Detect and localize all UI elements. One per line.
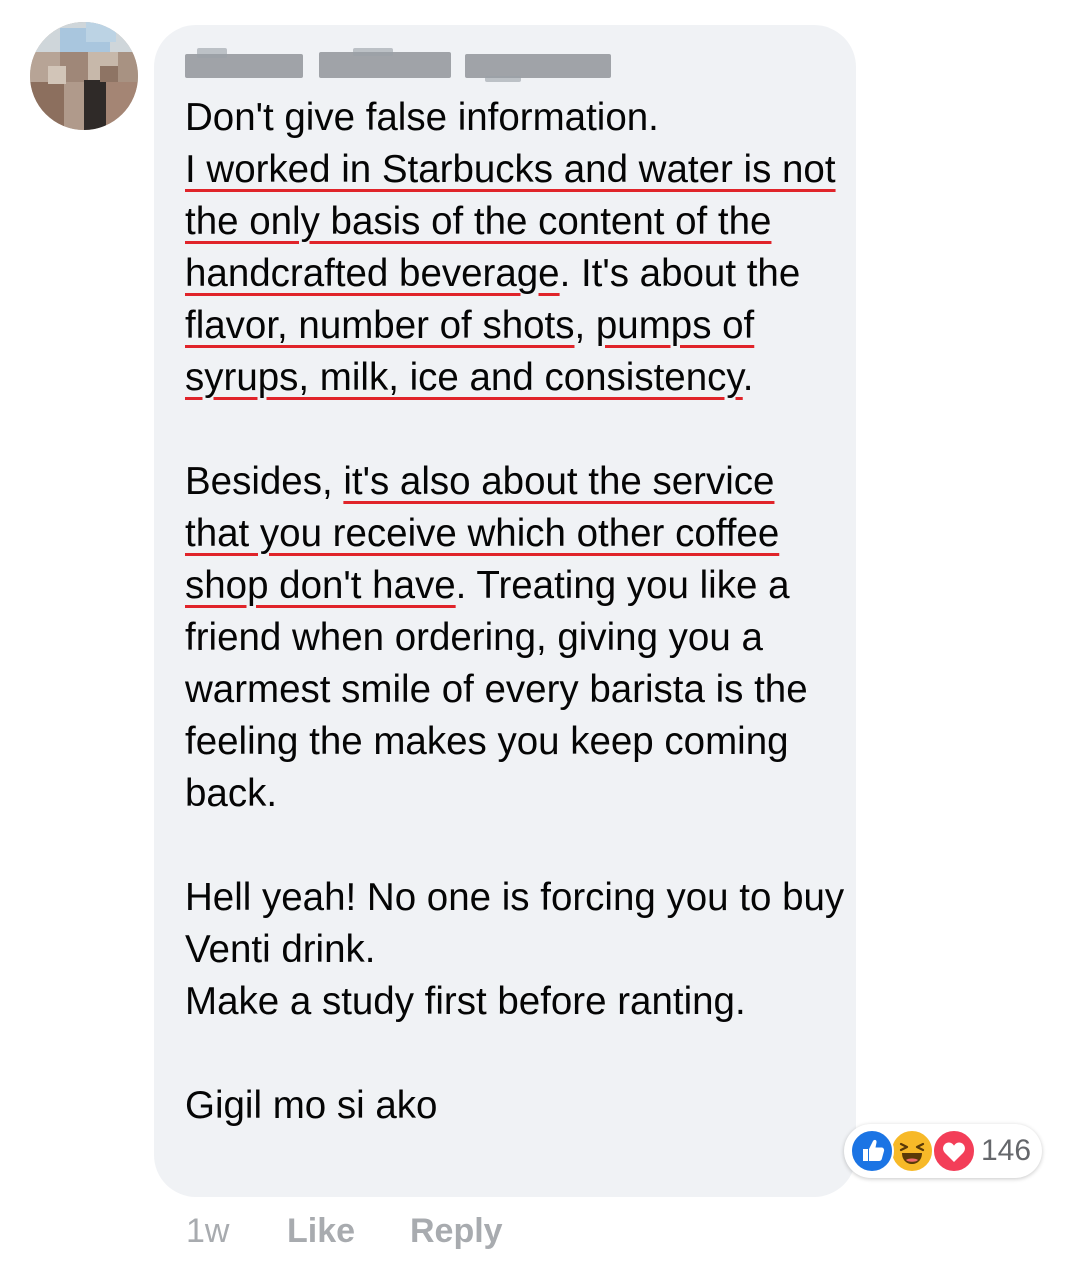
comment-paragraph: Gigil mo si ako	[185, 1080, 845, 1132]
reactions-summary[interactable]: 146	[844, 1124, 1042, 1178]
text-run: Gigil mo si ako	[185, 1084, 438, 1127]
reply-button[interactable]: Reply	[410, 1206, 503, 1256]
text-run: .	[742, 356, 754, 399]
text-run: Make a study first before ranting.	[185, 980, 746, 1023]
like-icon	[850, 1129, 894, 1173]
comment-paragraph: Besides, it's also about the service tha…	[185, 456, 845, 820]
comment-paragraph: Hell yeah! No one is forcing you to buy …	[185, 872, 845, 1028]
text-run: Besides,	[185, 460, 344, 503]
text-run: Hell yeah! No one is forcing you to buy …	[185, 876, 845, 971]
comment-text: Don't give false information. I worked in…	[185, 92, 845, 1132]
love-icon	[932, 1129, 976, 1173]
avatar[interactable]	[30, 22, 138, 130]
underlined-text: flavor, number of shots	[185, 304, 575, 347]
reaction-count: 146	[981, 1134, 1032, 1167]
haha-icon	[890, 1129, 934, 1173]
comment-paragraph: Don't give false information. I worked in…	[185, 92, 845, 404]
text-run: ,	[574, 304, 596, 347]
author-name[interactable]	[185, 46, 611, 82]
comment-timestamp[interactable]: 1w	[186, 1206, 229, 1256]
text-run: . It's about the	[559, 252, 801, 295]
like-button[interactable]: Like	[287, 1206, 355, 1256]
text-run: Don't give false information.	[185, 96, 659, 139]
